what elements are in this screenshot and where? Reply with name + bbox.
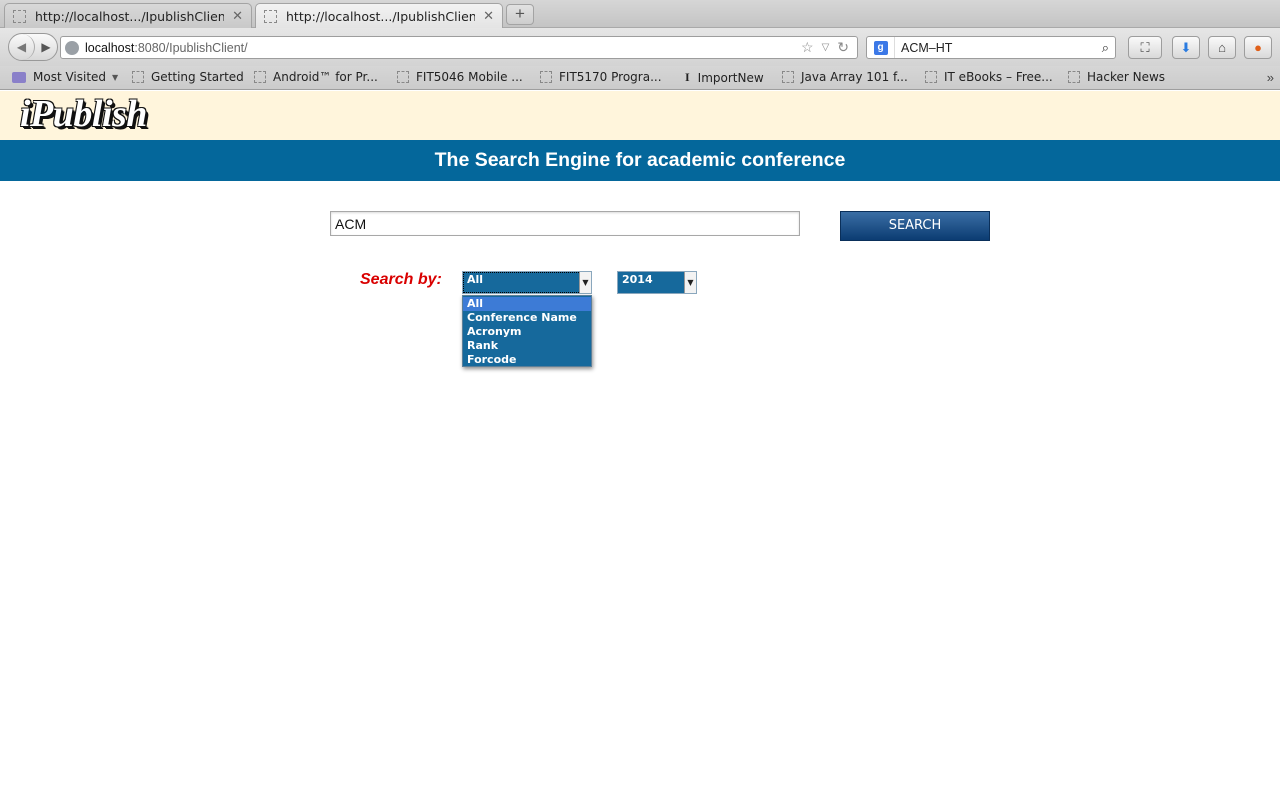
tab-title: http://localhost.../IpublishClient/ (286, 8, 476, 24)
header-band: iPublish (0, 91, 1280, 140)
selected-value: 2014 (622, 273, 653, 286)
tab-title: http://localhost.../IpublishClient/ (35, 8, 225, 24)
search-input[interactable] (330, 211, 800, 236)
page-icon (13, 9, 26, 23)
bookmark-item[interactable]: FIT5046 Mobile ... (397, 70, 523, 84)
bookmark-label: ImportNew (697, 70, 764, 85)
home-button[interactable]: ⌂ (1208, 36, 1236, 59)
bookmark-most-visited[interactable]: Most Visited ▼ (12, 70, 118, 84)
history-buttons: ◀ ▶ (8, 33, 58, 61)
chevron-down-icon: ▼ (684, 272, 696, 293)
bookmark-item[interactable]: FIT5170 Progra... (540, 70, 662, 84)
bookmark-label: FIT5046 Mobile ... (416, 70, 523, 84)
bookmark-label: Android™ for Pr... (273, 70, 378, 84)
bookmarks-menu-button[interactable]: ⛶ (1128, 36, 1162, 59)
page-icon (1068, 71, 1080, 83)
search-engine-selector[interactable]: g (867, 37, 895, 58)
page-icon (397, 71, 409, 83)
magnifier-icon[interactable]: ⌕ (1102, 40, 1115, 56)
forward-button[interactable]: ▶ (35, 40, 57, 54)
address-bar[interactable]: localhost :8080/IpublishClient/ ☆ ▽ ↻ (60, 36, 858, 59)
tab-1[interactable]: http://localhost.../IpublishClient/ ✕ (4, 3, 252, 28)
dropdown-arrow-icon[interactable]: ▽ (822, 42, 830, 53)
page-icon (264, 9, 277, 23)
back-button[interactable]: ◀ (9, 34, 35, 60)
bookmark-label: Hacker News (1087, 70, 1166, 84)
site-logo[interactable]: iPublish (20, 92, 147, 136)
dropdown-option-conference-name[interactable]: Conference Name (463, 311, 591, 325)
dropdown-option-forcode[interactable]: Forcode (463, 353, 591, 367)
bookmark-star-icon[interactable]: ☆ (801, 39, 814, 56)
dropdown-option-rank[interactable]: Rank (463, 339, 591, 353)
back-arrow-icon: ◀ (16, 40, 27, 54)
chevron-down-icon: ▼ (579, 272, 591, 293)
bookmark-item[interactable]: Java Array 101 f... (782, 70, 908, 84)
chevron-down-icon: ▼ (112, 72, 119, 82)
year-select[interactable]: 2014 ▼ (617, 271, 697, 294)
bookmark-label: Getting Started (151, 70, 244, 84)
search-field-select[interactable]: All ▼ (462, 271, 592, 294)
firebug-icon: ● (1254, 40, 1262, 55)
dropdown-option-acronym[interactable]: Acronym (463, 325, 591, 339)
bookmark-label: FIT5170 Progra... (559, 70, 662, 84)
close-icon[interactable]: ✕ (232, 9, 243, 24)
page-icon (782, 71, 794, 83)
url-path: :8080/IpublishClient/ (134, 40, 248, 55)
tab-2[interactable]: http://localhost.../IpublishClient/ ✕ (255, 3, 503, 28)
navigation-toolbar: ◀ ▶ localhost :8080/IpublishClient/ ☆ ▽ … (0, 28, 1280, 66)
bookmark-item[interactable]: Android™ for Pr... (254, 70, 378, 84)
bookmark-item[interactable]: Getting Started (132, 70, 244, 84)
bookmark-item[interactable]: Hacker News (1068, 70, 1165, 84)
importnew-icon: I (685, 70, 690, 84)
download-arrow-icon: ⬇ (1180, 39, 1192, 55)
downloads-button[interactable]: ⬇ (1172, 36, 1200, 59)
bookmark-item[interactable]: IT eBooks – Free... (925, 70, 1053, 84)
firebug-button[interactable]: ● (1244, 36, 1272, 59)
forward-arrow-icon: ▶ (41, 40, 51, 54)
search-bar-text: ACM–HT (901, 40, 953, 55)
close-icon[interactable]: ✕ (483, 9, 494, 24)
bookmark-label: Java Array 101 f... (801, 70, 908, 84)
title-banner: The Search Engine for academic conferenc… (0, 140, 1280, 181)
bookmarks-toolbar: Most Visited ▼ Getting Started Android™ … (0, 66, 1280, 90)
reload-icon[interactable]: ↻ (837, 39, 849, 56)
page-icon (925, 71, 937, 83)
dropdown-option-all[interactable]: All (463, 297, 591, 311)
url-host: localhost (85, 40, 135, 55)
selected-value: All (467, 273, 484, 286)
bookmark-item[interactable]: I ImportNew (685, 70, 764, 85)
tab-bar: http://localhost.../IpublishClient/ ✕ ht… (0, 0, 1280, 28)
search-by-label: Search by: (360, 271, 442, 288)
new-tab-button[interactable]: + (506, 4, 534, 25)
home-icon: ⌂ (1218, 40, 1226, 55)
search-field-dropdown: All Conference Name Acronym Rank Forcode (462, 295, 592, 367)
globe-icon (65, 40, 79, 55)
page-icon (254, 71, 266, 83)
search-bar[interactable]: g ACM–HT ⌕ (866, 36, 1116, 59)
bookmarks-star-icon: ⛶ (1140, 39, 1150, 55)
page-icon (540, 71, 552, 83)
page-title: The Search Engine for academic conferenc… (434, 149, 846, 171)
bookmark-label: Most Visited (33, 70, 107, 84)
folder-icon (12, 71, 26, 83)
bookmark-label: IT eBooks – Free... (944, 70, 1053, 84)
page-icon (132, 71, 144, 83)
google-icon: g (873, 40, 888, 55)
search-button[interactable]: SEARCH (840, 211, 990, 241)
bookmarks-overflow-button[interactable]: » (1267, 70, 1274, 85)
